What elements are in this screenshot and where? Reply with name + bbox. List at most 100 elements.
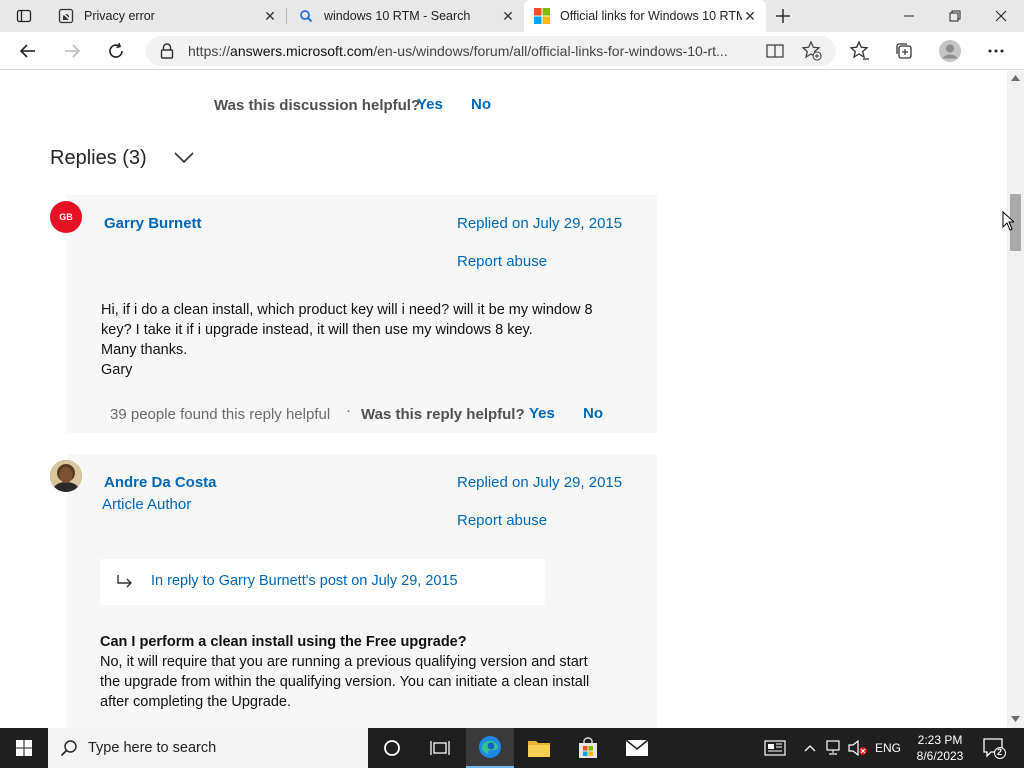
tray-chevron-up-icon[interactable] — [800, 728, 820, 768]
mouse-cursor-icon — [1002, 211, 1014, 231]
clock-time: 2:23 PM — [917, 733, 963, 747]
cortana-circle-icon — [384, 740, 400, 756]
report-abuse-link[interactable]: Report abuse — [457, 253, 547, 270]
tab-privacy-error[interactable]: Privacy error ✕ — [48, 0, 286, 32]
profile-button[interactable] — [934, 35, 966, 67]
tray-volume-muted-icon[interactable] — [846, 728, 870, 768]
taskbar-store-button[interactable] — [564, 728, 612, 768]
url-path: /en-us/windows/forum/all/official-links-… — [373, 43, 728, 59]
replied-date[interactable]: Replied on July 29, 2015 — [457, 215, 622, 232]
chevron-down-icon[interactable] — [174, 151, 194, 169]
close-tab-icon[interactable]: ✕ — [262, 8, 278, 24]
found-helpful-count: 39 people found this reply helpful — [110, 406, 331, 423]
page-content: Was this discussion helpful? Yes No Repl… — [0, 71, 1007, 728]
clock-date: 8/6/2023 — [916, 749, 964, 763]
taskbar-mail-button[interactable] — [613, 728, 661, 768]
collections-button[interactable] — [888, 35, 920, 67]
tray-language[interactable]: ENG — [872, 728, 904, 768]
reply-line: No, it will require that you are running… — [100, 654, 588, 670]
tray-network-icon[interactable] — [822, 728, 844, 768]
restore-icon — [949, 10, 961, 22]
reply-arrow-icon — [117, 575, 132, 588]
tab-title: Official links for Windows 10 RTM — [560, 9, 742, 23]
collections-icon — [896, 43, 912, 59]
plus-icon — [776, 9, 790, 23]
settings-menu-button[interactable] — [980, 35, 1012, 67]
forward-button[interactable] — [56, 35, 88, 67]
tray-news-icon[interactable] — [760, 728, 790, 768]
discussion-yes-button[interactable]: Yes — [417, 96, 443, 113]
restore-button[interactable] — [932, 0, 978, 32]
cortana-button[interactable] — [368, 728, 416, 768]
author-name[interactable]: Garry Burnett — [104, 215, 202, 232]
separator-dot: · — [346, 402, 351, 419]
tab-title: Privacy error — [84, 9, 155, 23]
reply-line: key? I take it if i upgrade instead, it … — [101, 322, 533, 338]
scroll-up-icon[interactable] — [1011, 75, 1020, 81]
replied-date[interactable]: Replied on July 29, 2015 — [457, 474, 622, 491]
author-name[interactable]: Andre Da Costa — [104, 474, 217, 491]
in-reply-to-link[interactable]: In reply to Garry Burnett's post on July… — [151, 573, 458, 589]
author-role[interactable]: Article Author — [102, 496, 191, 513]
reply-line: Hi, if i do a clean install, which produ… — [101, 302, 593, 318]
tab-search[interactable]: windows 10 RTM - Search ✕ — [286, 0, 524, 32]
close-tab-icon[interactable]: ✕ — [500, 8, 516, 24]
scroll-down-icon[interactable] — [1011, 716, 1020, 722]
reply-yes-button[interactable]: Yes — [529, 405, 555, 422]
taskbar-clock[interactable]: 2:23 PM 8/6/2023 — [912, 732, 968, 764]
reply-line: Many thanks. — [101, 342, 188, 358]
taskbar-search-box[interactable]: Type here to search — [48, 728, 368, 768]
url-prefix: https:// — [188, 43, 231, 59]
task-view-button[interactable] — [416, 728, 464, 768]
taskbar-edge-button[interactable] — [466, 728, 514, 768]
page-scrollbar[interactable] — [1007, 71, 1024, 728]
new-tab-button[interactable] — [760, 0, 806, 32]
replies-heading: Replies (3) — [50, 147, 147, 169]
reply-body: Hi, if i do a clean install, which produ… — [101, 300, 593, 380]
action-center-button[interactable]: 2 — [978, 728, 1010, 768]
report-abuse-link[interactable]: Report abuse — [457, 512, 547, 529]
address-bar[interactable]: https://answers.microsoft.com/en-us/wind… — [146, 36, 836, 66]
arrow-right-icon — [65, 44, 81, 58]
favorites-button[interactable] — [844, 35, 876, 67]
windows-logo-icon — [16, 740, 32, 756]
tab-actions-icon — [16, 9, 32, 23]
reply-no-button[interactable]: No — [583, 405, 603, 422]
avatar-initials: GB — [59, 212, 73, 222]
url-text: https://answers.microsoft.com/en-us/wind… — [188, 43, 748, 59]
avatar[interactable] — [50, 460, 82, 492]
reply-body: No, it will require that you are running… — [100, 652, 589, 712]
privacy-error-icon — [58, 8, 74, 24]
windows-taskbar: Type here to search ENG 2:23 PM 8/6/2023… — [0, 728, 1024, 768]
refresh-button[interactable] — [100, 35, 132, 67]
edge-icon — [479, 736, 501, 758]
in-reply-to-box[interactable]: In reply to Garry Burnett's post on July… — [100, 559, 545, 605]
task-view-icon — [430, 741, 450, 755]
close-window-button[interactable] — [978, 0, 1024, 32]
taskbar-file-explorer-button[interactable] — [515, 728, 563, 768]
mail-icon — [625, 739, 649, 756]
browser-toolbar: https://answers.microsoft.com/en-us/wind… — [0, 32, 1024, 70]
discussion-no-button[interactable]: No — [471, 96, 491, 113]
favorites-icon — [850, 41, 869, 60]
reply-line: after completing the Upgrade. — [100, 694, 292, 710]
tab-actions-button[interactable] — [2, 0, 46, 32]
reader-view-icon[interactable] — [766, 42, 784, 65]
notification-count: 2 — [997, 747, 1003, 757]
avatar[interactable]: GB — [50, 201, 82, 233]
start-button[interactable] — [0, 728, 48, 768]
tab-official-links[interactable]: Official links for Windows 10 RTM ✕ — [524, 0, 766, 32]
tab-title: windows 10 RTM - Search — [324, 9, 471, 23]
minimize-button[interactable] — [886, 0, 932, 32]
more-dots-icon — [988, 49, 1004, 53]
profile-avatar-icon — [939, 40, 961, 62]
url-host: answers.microsoft.com — [230, 43, 374, 59]
back-button[interactable] — [12, 35, 44, 67]
close-tab-icon[interactable]: ✕ — [742, 8, 758, 24]
close-icon — [995, 10, 1007, 22]
browser-tab-strip: Privacy error ✕ windows 10 RTM - Search … — [0, 0, 1024, 32]
add-favorite-icon[interactable] — [801, 40, 822, 66]
refresh-icon — [109, 42, 123, 58]
lock-icon — [160, 43, 174, 59]
discussion-helpful-question: Was this discussion helpful? — [214, 97, 421, 114]
